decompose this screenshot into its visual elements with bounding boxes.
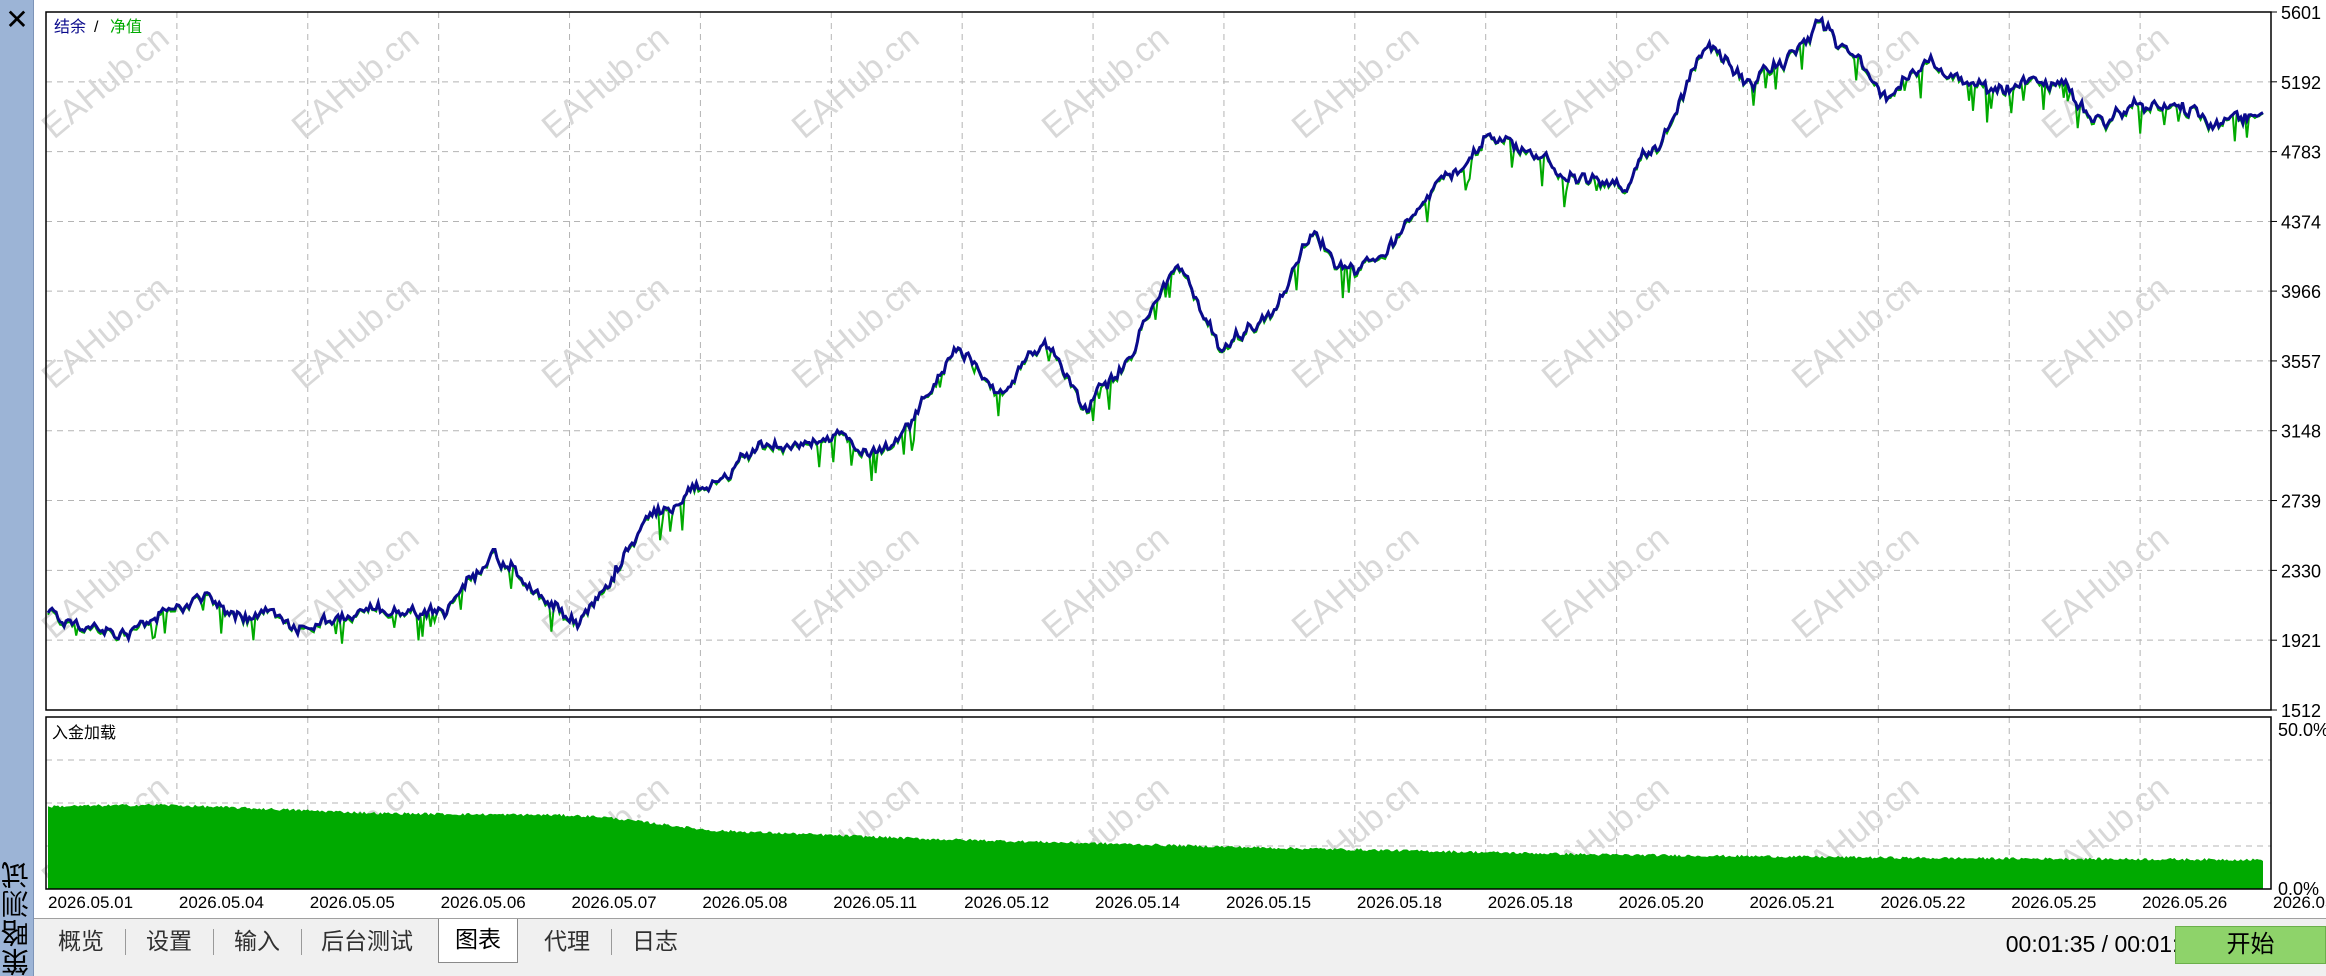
elapsed-timer: 00:01:35 / 00:01:35 xyxy=(2005,931,2204,957)
legend-balance-label: 结余 xyxy=(54,17,86,36)
y-tick-label: 5601 xyxy=(2281,3,2321,23)
tab-0[interactable]: 概览 xyxy=(42,923,120,961)
side-panel-strip: ✕ 策略测试 xyxy=(0,0,34,976)
x-tick-label: 2026.05.25 xyxy=(2011,893,2096,912)
watermark-text: EAHub.cn xyxy=(785,269,927,397)
watermark-text: EAHub.cn xyxy=(35,269,177,397)
legend-equity-label: 净值 xyxy=(110,18,142,36)
x-tick-label: 2026.05.12 xyxy=(964,893,1049,912)
y-tick-label: 5192 xyxy=(2281,73,2321,93)
watermark-text: EAHub.cn xyxy=(2035,269,2177,397)
watermark-text: EAHub.cn xyxy=(1785,269,1927,397)
watermark-text: EAHub.cn xyxy=(1535,269,1677,397)
y-tick-label: 3557 xyxy=(2281,352,2321,372)
y-axis: 5601 5192 4783 4374 3966 3557 3148 2739 2330 1921… xyxy=(2271,3,2321,721)
watermark-text: EAHub.cn xyxy=(1535,19,1677,147)
tab-4[interactable]: 图表 xyxy=(438,919,518,963)
chart-svg: EAHub.cn EAHub.cn EAHub.cn EAHub.cn EAHub.cn… xyxy=(35,3,2326,912)
x-axis: 2026.05.01 2026.05.04 2026.05.05 2026.05.06… xyxy=(48,893,2326,912)
watermark-text: EAHub.cn xyxy=(1035,19,1177,147)
x-tick-label: 2026.05.01 xyxy=(48,893,133,912)
watermark-layer: EAHub.cn EAHub.cn EAHub.cn EAHub.cn EAHub.cn… xyxy=(35,19,2177,897)
watermark-text: EAHub.cn xyxy=(1285,519,1427,647)
tab-bar: 概览 设置 输入 后台测试 图表 代理 日志 00:01:35 / 00:01:35 开始 xyxy=(34,918,2326,976)
x-tick-label: 2026.05.18 xyxy=(1357,893,1442,912)
x-tick-label: 2026.05.15 xyxy=(1226,893,1311,912)
y-tick-label: 3966 xyxy=(2281,282,2321,302)
y-tick-label: 4374 xyxy=(2281,212,2321,232)
tab-3[interactable]: 后台测试 xyxy=(306,923,428,961)
y-tick-label: 2330 xyxy=(2281,561,2321,581)
watermark-text: EAHub.cn xyxy=(1785,519,1927,647)
panel-title-text: 策略测试 xyxy=(1,860,32,976)
watermark-text: EAHub.cn xyxy=(1285,269,1427,397)
x-tick-label: 2026.05.14 xyxy=(1095,893,1180,912)
watermark-text: EAHub.cn xyxy=(785,519,927,647)
x-tick-label: 2026.05.04 xyxy=(179,893,264,912)
tab-1[interactable]: 设置 xyxy=(130,923,208,961)
watermark-text: EAHub.cn xyxy=(785,19,927,147)
x-tick-label: 2026.05.07 xyxy=(572,893,657,912)
watermark-text: EAHub.cn xyxy=(1285,19,1427,147)
watermark-text: EAHub.cn xyxy=(285,269,427,397)
close-button[interactable]: ✕ xyxy=(3,6,31,34)
deposit-load-label: 入金加载 xyxy=(52,724,116,742)
y-tick-label: 3148 xyxy=(2281,422,2321,442)
x-tick-label: 2026.05.08 xyxy=(702,893,787,912)
watermark-text: EAHub.cn xyxy=(535,519,677,647)
sub-tick-high: 50.0% xyxy=(2278,720,2326,740)
x-tick-label: 2026.05.26 xyxy=(2142,893,2227,912)
y-tick-label: 1921 xyxy=(2281,631,2321,651)
x-tick-label: 2026.05.05 xyxy=(310,893,395,912)
watermark-text: EAHub.cn xyxy=(2035,519,2177,647)
x-tick-label: 2026.05.11 xyxy=(833,893,917,912)
x-tick-label: 2026.05.20 xyxy=(1619,893,1704,912)
watermark-text: EAHub.cn xyxy=(535,19,677,147)
watermark-text: EAHub.cn xyxy=(535,269,677,397)
tab-separator xyxy=(125,929,126,955)
watermark-text: EAHub.cn xyxy=(1035,519,1177,647)
x-tick-label: 2026.05.21 xyxy=(1749,893,1834,912)
y-tick-label: 1512 xyxy=(2281,701,2321,721)
x-tick-label: 2026.05.22 xyxy=(1880,893,1965,912)
tab-separator xyxy=(301,929,302,955)
sub-tick-low: 0.0% xyxy=(2278,879,2319,899)
start-button[interactable]: 开始 xyxy=(2175,926,2326,964)
legend-separator: / xyxy=(94,19,99,36)
tab-6[interactable]: 日志 xyxy=(616,923,694,961)
panel-title: 策略测试 xyxy=(1,700,33,976)
y-tick-label: 2739 xyxy=(2281,492,2321,512)
tab-separator xyxy=(213,929,214,955)
legend: 结余 / 净值 xyxy=(54,17,142,36)
chart-area: EAHub.cn EAHub.cn EAHub.cn EAHub.cn EAHub.cn… xyxy=(34,0,2326,918)
x-tick-label: 2026.05.06 xyxy=(441,893,526,912)
tab-separator xyxy=(611,929,612,955)
watermark-text: EAHub.cn xyxy=(1035,269,1177,397)
watermark-text: EAHub.cn xyxy=(1785,19,1927,147)
tab-5[interactable]: 代理 xyxy=(528,923,606,961)
x-tick-label: 2026.05.18 xyxy=(1488,893,1573,912)
tab-2[interactable]: 输入 xyxy=(218,923,296,961)
watermark-text: EAHub.cn xyxy=(1535,519,1677,647)
watermark-text: EAHub.cn xyxy=(285,19,427,147)
y-tick-label: 4783 xyxy=(2281,143,2321,163)
watermark-text: EAHub.cn xyxy=(35,19,177,147)
